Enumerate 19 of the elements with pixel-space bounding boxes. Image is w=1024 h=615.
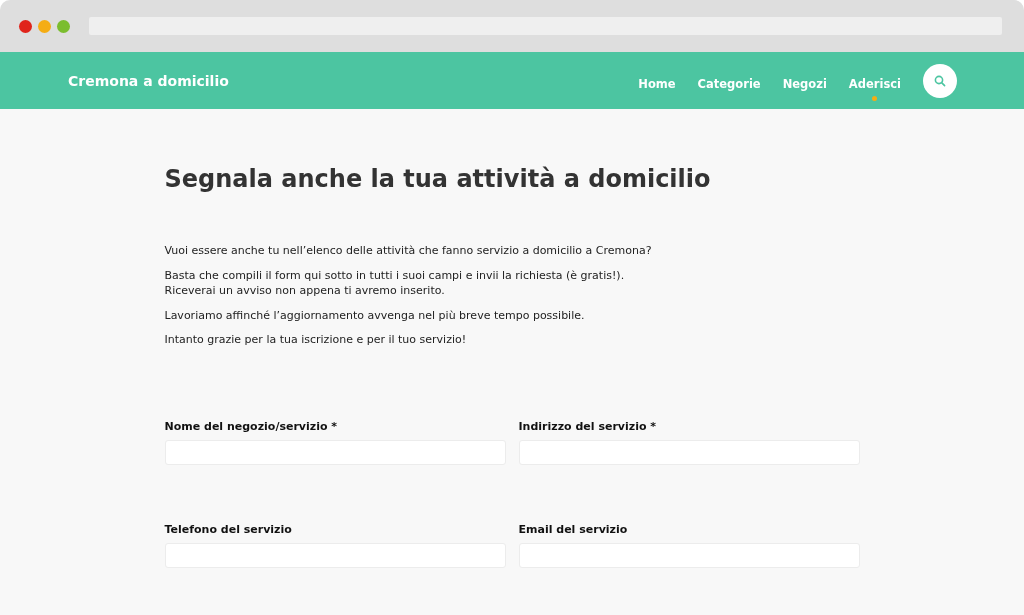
field-label: Nome del negozio/servizio * [164, 420, 339, 434]
intro-paragraph: Intanto grazie per la tua iscrizione e per il tuo servizio! [164, 332, 468, 349]
page-heading: Segnala anche la tua attività a domicilio [164, 165, 712, 193]
field-label: Telefono del servizio [164, 523, 293, 537]
nav-link[interactable]: Home [638, 76, 676, 91]
close-window-icon[interactable] [19, 19, 32, 33]
site-title-link[interactable]: Cremona a domicilio [68, 72, 639, 89]
nav-link[interactable]: Aderisci [848, 76, 901, 101]
minimize-window-icon[interactable] [38, 19, 51, 33]
intro-paragraph: Lavoriamo affinché l’aggiornamento avvenga nel più breve tempo possibile. [164, 307, 586, 324]
intro-paragraph: Basta che compili il form qui sotto in tutti i suoi campi e invii la richiesta (è gratis!). Riceverai un avviso non appena ti avremo inserito. [164, 267, 626, 299]
field-label: Email del servizio [518, 523, 629, 537]
field-label: Indirizzo del servizio * [518, 420, 658, 434]
search-button[interactable] [923, 63, 957, 98]
intro-paragraph: Vuoi essere anche tu nell’elenco delle attività che fanno servizio a domicilio a Cremona? [164, 243, 653, 259]
maximize-window-icon[interactable] [57, 19, 70, 33]
nav-link[interactable]: Categorie [697, 76, 761, 91]
nav-link[interactable]: Negozi [782, 76, 827, 91]
search-icon [934, 74, 946, 87]
